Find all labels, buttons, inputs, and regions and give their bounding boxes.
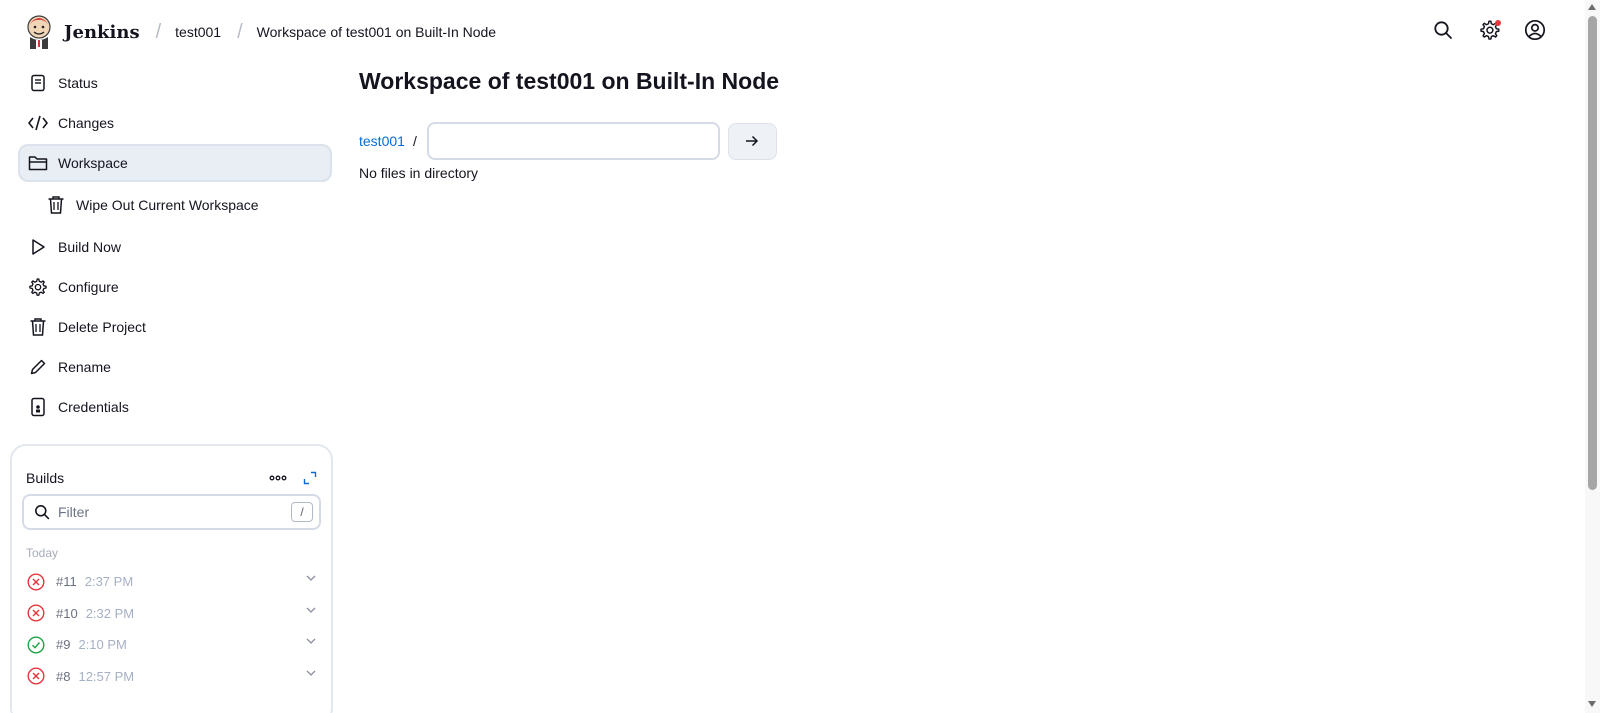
sidebar-item-configure[interactable]: Configure <box>18 268 332 306</box>
build-time: 2:32 PM <box>85 605 135 621</box>
search-icon <box>35 505 50 520</box>
build-number[interactable]: #11 <box>56 574 77 589</box>
header-actions <box>1431 18 1547 42</box>
path-separator: / <box>412 133 417 149</box>
scroll-up-arrow[interactable] <box>1588 4 1596 10</box>
search-button[interactable] <box>1431 18 1455 42</box>
failed-status-icon <box>26 603 46 623</box>
gear-icon <box>28 277 48 297</box>
user-icon <box>1524 19 1546 41</box>
brand-name[interactable]: Jenkins <box>64 22 140 43</box>
sidebar-item-label: Configure <box>58 279 119 295</box>
scroll-down-arrow[interactable] <box>1588 701 1596 707</box>
user-button[interactable] <box>1523 18 1547 42</box>
code-icon <box>28 113 48 133</box>
trash-icon <box>28 317 48 337</box>
chevron-down-icon[interactable] <box>305 574 317 582</box>
chevron-down-icon[interactable] <box>305 606 317 614</box>
page-scrollbar[interactable] <box>1585 0 1600 713</box>
builds-card: Builds / Today #11 2:37 PM #10 2:32 PM #… <box>10 444 333 713</box>
jenkins-logo-icon[interactable] <box>24 13 54 51</box>
top-header: Jenkins / test001 / Workspace of test001… <box>0 0 1585 64</box>
builds-tools <box>269 471 317 485</box>
credentials-icon <box>28 397 48 417</box>
keyboard-shortcut-hint: / <box>291 502 313 522</box>
sidebar-item-build-now[interactable]: Build Now <box>18 228 332 266</box>
trash-icon <box>46 195 66 215</box>
sidebar-item-label: Wipe Out Current Workspace <box>76 197 259 213</box>
sidebar-item-label: Status <box>58 75 98 91</box>
sidebar-item-wipe-workspace[interactable]: Wipe Out Current Workspace <box>18 184 332 226</box>
build-time: 2:10 PM <box>78 637 127 653</box>
build-row[interactable]: #8 12:57 PM <box>12 661 331 693</box>
build-row[interactable]: #9 2:10 PM <box>12 629 331 661</box>
breadcrumb-separator: / <box>155 20 162 43</box>
build-group-label: Today <box>26 546 59 560</box>
success-status-icon <box>26 635 46 655</box>
sidebar-item-label: Build Now <box>58 239 122 255</box>
workspace-root-link[interactable]: test001 <box>359 133 405 149</box>
builds-title: Builds <box>26 470 65 486</box>
sidebar-item-label: Delete Project <box>58 319 146 335</box>
search-icon <box>1434 21 1452 39</box>
failed-status-icon <box>26 572 46 592</box>
main-content: Workspace of test001 on Built-In Node te… <box>359 64 779 181</box>
build-time: 12:57 PM <box>78 668 135 684</box>
expand-icon[interactable] <box>303 471 317 485</box>
build-row[interactable]: #11 2:37 PM <box>12 566 331 598</box>
breadcrumb-project[interactable]: test001 <box>175 24 221 40</box>
sidebar-item-label: Changes <box>58 115 115 131</box>
sidebar-item-label: Rename <box>58 359 111 375</box>
sidebar-item-status[interactable]: Status <box>18 64 332 102</box>
workspace-path-input[interactable] <box>426 122 720 160</box>
chevron-down-icon[interactable] <box>305 637 317 645</box>
build-row[interactable]: #10 2:32 PM <box>12 598 331 630</box>
document-icon <box>28 73 48 93</box>
folder-icon <box>28 153 48 173</box>
page-title: Workspace of test001 on Built-In Node <box>359 68 780 94</box>
build-number[interactable]: #10 <box>56 606 78 621</box>
sidebar-item-credentials[interactable]: Credentials <box>18 388 332 426</box>
arrow-right-icon <box>746 135 759 147</box>
sidebar-item-workspace[interactable]: Workspace <box>18 144 332 182</box>
manage-jenkins-button[interactable] <box>1477 18 1501 42</box>
builds-header: Builds <box>12 446 331 494</box>
sidebar-item-label: Credentials <box>58 399 129 415</box>
build-number[interactable]: #9 <box>56 637 70 652</box>
sidebar-item-delete-project[interactable]: Delete Project <box>18 308 332 346</box>
builds-filter: / <box>22 494 321 530</box>
more-options-icon[interactable] <box>269 474 287 482</box>
notification-dot <box>1495 20 1501 26</box>
scroll-thumb[interactable] <box>1588 16 1597 490</box>
pencil-icon <box>28 357 48 377</box>
breadcrumb-workspace[interactable]: Workspace of test001 on Built-In Node <box>257 24 496 40</box>
sidebar-item-label: Workspace <box>58 155 128 171</box>
chevron-down-icon[interactable] <box>305 669 317 677</box>
sidebar-item-changes[interactable]: Changes <box>18 104 332 142</box>
workspace-path-row: test001 / <box>359 122 779 160</box>
sidebar-item-rename[interactable]: Rename <box>18 348 332 386</box>
breadcrumb-separator: / <box>237 20 243 43</box>
failed-status-icon <box>26 666 46 686</box>
play-icon <box>28 237 48 257</box>
filter-input[interactable] <box>58 504 291 520</box>
empty-directory-message: No files in directory <box>359 165 479 181</box>
build-number[interactable]: #8 <box>56 669 70 684</box>
side-panel: Status Changes Workspace Wipe Out Curren… <box>18 64 332 428</box>
go-button[interactable] <box>727 122 777 160</box>
build-time: 2:37 PM <box>84 574 134 590</box>
